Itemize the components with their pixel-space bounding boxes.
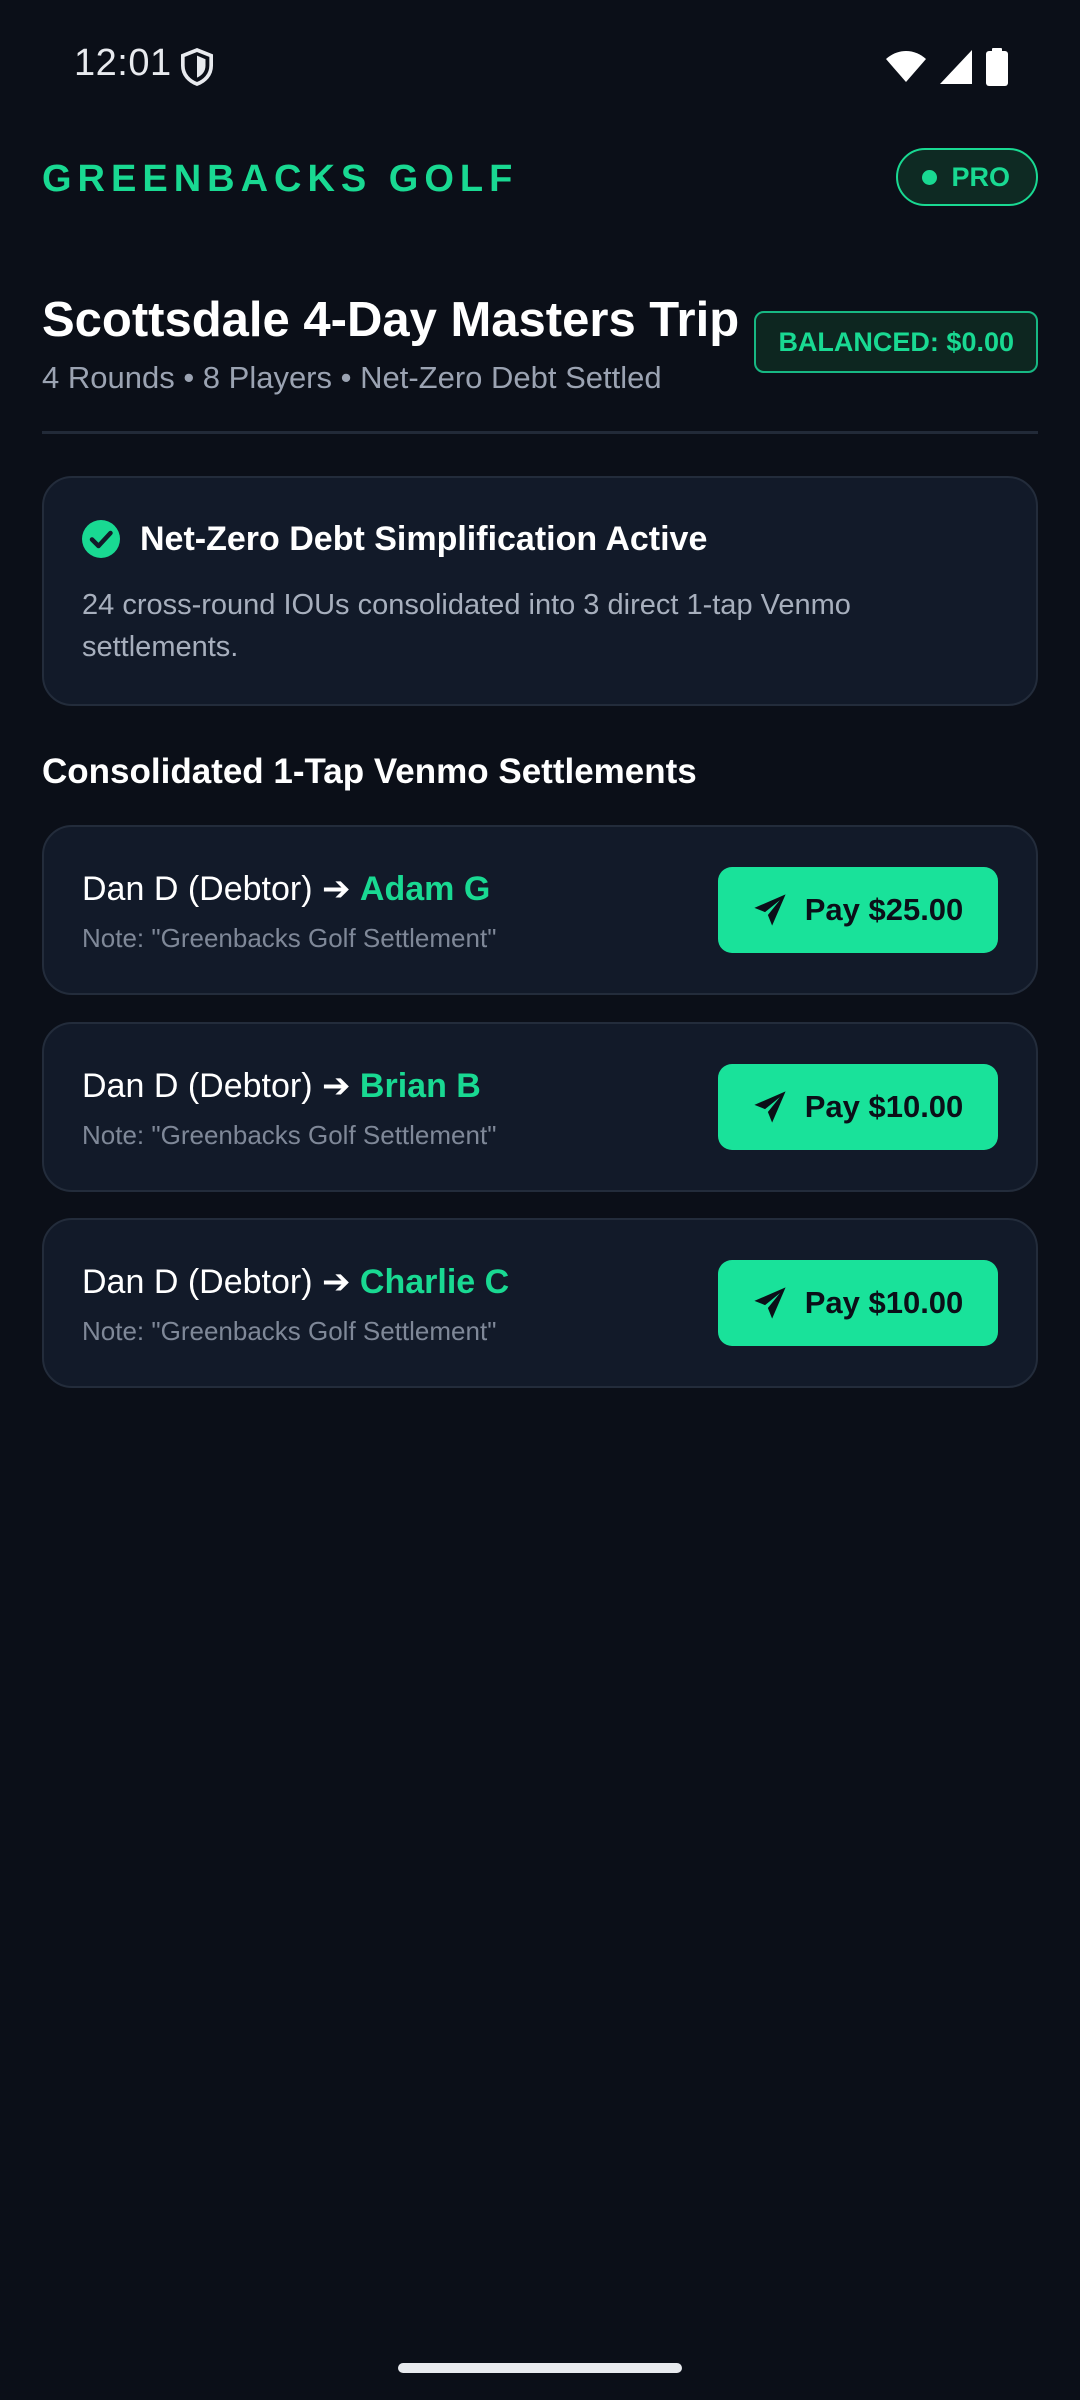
arrow-icon: ➔ bbox=[321, 870, 351, 908]
arrow-icon: ➔ bbox=[321, 1263, 351, 1301]
settlement-line: Dan D (Debtor) ➔ Charlie C bbox=[82, 1262, 509, 1302]
settlement-note: Note: "Greenbacks Golf Settlement" bbox=[82, 923, 497, 953]
brand-title: GREENBACKS GOLF bbox=[42, 158, 519, 200]
balance-badge: BALANCED: $0.00 bbox=[754, 311, 1038, 373]
divider bbox=[42, 431, 1038, 434]
pro-badge[interactable]: PRO bbox=[896, 148, 1038, 206]
pay-button[interactable]: Pay $10.00 bbox=[718, 1064, 998, 1150]
recipient-name: Adam G bbox=[359, 870, 491, 908]
home-indicator[interactable] bbox=[398, 2363, 682, 2373]
pro-badge-label: PRO bbox=[951, 161, 1010, 192]
debtor-name: Dan D (Debtor) bbox=[82, 1263, 313, 1301]
wifi-icon bbox=[886, 51, 926, 82]
recipient-name: Brian B bbox=[359, 1067, 481, 1105]
page-title: Scottsdale 4-Day Masters Trip bbox=[42, 293, 740, 347]
paper-plane-icon bbox=[754, 1287, 786, 1319]
shield-icon bbox=[180, 48, 214, 86]
settlement-line: Dan D (Debtor) ➔ Brian B bbox=[82, 1066, 481, 1106]
section-title: Consolidated 1-Tap Venmo Settlements bbox=[42, 752, 697, 791]
battery-icon bbox=[986, 48, 1008, 86]
pay-button-label: Pay $10.00 bbox=[804, 1089, 964, 1124]
pay-button-label: Pay $10.00 bbox=[804, 1285, 964, 1320]
status-time: 12:01 bbox=[74, 42, 172, 84]
settlement-note: Note: "Greenbacks Golf Settlement" bbox=[82, 1316, 497, 1346]
paper-plane-icon bbox=[754, 894, 786, 926]
status-icons bbox=[886, 48, 1008, 86]
info-card: Net-Zero Debt Simplification Active 24 c… bbox=[42, 476, 1038, 706]
settlement-note: Note: "Greenbacks Golf Settlement" bbox=[82, 1120, 497, 1150]
status-bar: 12:01 bbox=[0, 0, 1080, 130]
pay-button[interactable]: Pay $10.00 bbox=[718, 1260, 998, 1346]
balance-badge-label: BALANCED: $0.00 bbox=[778, 326, 1014, 357]
info-card-body: 24 cross-round IOUs consolidated into 3 … bbox=[82, 589, 851, 663]
settlement-card: Dan D (Debtor) ➔ Adam G Note: "Greenback… bbox=[42, 825, 1038, 995]
info-card-title: Net-Zero Debt Simplification Active bbox=[140, 520, 708, 558]
debtor-name: Dan D (Debtor) bbox=[82, 1067, 313, 1105]
recipient-name: Charlie C bbox=[359, 1263, 510, 1301]
debtor-name: Dan D (Debtor) bbox=[82, 870, 313, 908]
paper-plane-icon bbox=[754, 1091, 786, 1123]
pay-button-label: Pay $25.00 bbox=[804, 892, 964, 927]
arrow-icon: ➔ bbox=[321, 1067, 351, 1105]
settlement-card: Dan D (Debtor) ➔ Charlie C Note: "Greenb… bbox=[42, 1218, 1038, 1388]
pay-button[interactable]: Pay $25.00 bbox=[718, 867, 998, 953]
settlement-line: Dan D (Debtor) ➔ Adam G bbox=[82, 869, 490, 909]
status-dot-icon bbox=[922, 169, 938, 185]
check-circle-icon bbox=[82, 520, 120, 558]
cell-signal-icon bbox=[940, 50, 972, 84]
app-screen: 12:01 GREENBACKS GOLF PRO Scottsdale 4-D… bbox=[0, 0, 1080, 2400]
trip-subtitle: 4 Rounds • 8 Players • Net-Zero Debt Set… bbox=[42, 360, 662, 395]
settlement-card: Dan D (Debtor) ➔ Brian B Note: "Greenbac… bbox=[42, 1022, 1038, 1192]
